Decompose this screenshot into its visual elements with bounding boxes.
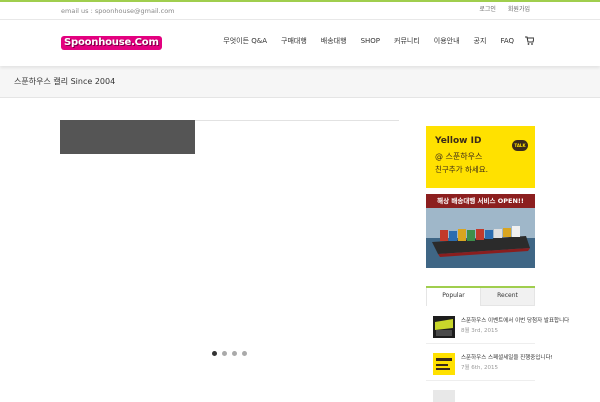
posts-tabs: Popular Recent — [426, 286, 535, 306]
nav-item-notice[interactable]: 공지 — [467, 36, 494, 46]
list-item[interactable]: 스푼하우스 스페셜세일을 진행중입니다! 7월 6th, 2015 — [426, 345, 553, 381]
post-thumbnail[interactable] — [433, 316, 455, 338]
nav-item-community[interactable]: 커뮤니티 — [387, 36, 427, 46]
post-date: 8월 3rd, 2015 — [461, 328, 498, 334]
main-nav: 무엇이든 Q&A 구매대행 배송대행 SHOP 커뮤니티 이용안내 공지 FAQ — [216, 36, 534, 46]
slider-dot-1[interactable] — [212, 351, 217, 356]
slider-dots — [212, 351, 247, 356]
nav-item-shop[interactable]: SHOP — [354, 36, 387, 46]
post-date: 7월 6th, 2015 — [461, 365, 498, 371]
cart-icon[interactable] — [525, 36, 534, 46]
list-item[interactable]: 스푼하우스 이벤트에서 이번 당첨자 발표합니다 8월 3rd, 2015 — [426, 308, 569, 344]
signup-link[interactable]: 회원가입 — [508, 4, 530, 13]
contact-email[interactable]: email us : spoonhouse@gmail.com — [61, 7, 175, 15]
sea-shipping-headline: 해상 배송대행 서비스 OPEN!! — [426, 194, 535, 208]
list-item[interactable] — [426, 382, 535, 402]
yellow-id-handle: @ 스푼하우스 — [435, 152, 483, 161]
nav-item-qna[interactable]: 무엇이든 Q&A — [216, 36, 274, 46]
nav-item-guide[interactable]: 이용안내 — [427, 36, 467, 46]
container-ship-image — [426, 208, 535, 268]
nav-item-shipping[interactable]: 배송대행 — [314, 36, 354, 46]
post-thumbnail[interactable] — [433, 390, 455, 402]
top-links: 로그인 회원가입 — [479, 4, 530, 13]
login-link[interactable]: 로그인 — [479, 4, 496, 13]
yellow-id-banner[interactable]: Yellow ID TALK @ 스푼하우스 친구추가 하세요. — [426, 126, 535, 188]
tab-popular[interactable]: Popular — [426, 288, 480, 306]
page-title: 스푼하우스 캘리 Since 2004 — [14, 77, 116, 86]
site-logo[interactable]: Spoonhouse.Com — [61, 36, 162, 50]
talk-icon: TALK — [512, 140, 528, 151]
post-thumbnail[interactable] — [433, 353, 455, 375]
nav-item-faq[interactable]: FAQ — [493, 36, 521, 46]
top-bar: email us : spoonhouse@gmail.com 로그인 회원가입 — [0, 0, 600, 20]
site-header: Spoonhouse.Com 무엇이든 Q&A 구매대행 배송대행 SHOP 커… — [0, 20, 600, 66]
slider-dot-2[interactable] — [222, 351, 227, 356]
tab-recent[interactable]: Recent — [480, 288, 535, 306]
yellow-id-cta: 친구추가 하세요. — [435, 165, 489, 174]
post-title[interactable]: 스푼하우스 스페셜세일을 진행중입니다! — [461, 353, 553, 361]
image-slider[interactable] — [60, 120, 399, 365]
page-title-bar: 스푼하우스 캘리 Since 2004 — [0, 66, 600, 98]
slider-dot-4[interactable] — [242, 351, 247, 356]
post-title[interactable]: 스푼하우스 이벤트에서 이번 당첨자 발표합니다 — [461, 316, 569, 324]
sea-shipping-banner[interactable]: 해상 배송대행 서비스 OPEN!! — [426, 194, 535, 268]
slider-dot-3[interactable] — [232, 351, 237, 356]
nav-item-purchase[interactable]: 구매대행 — [274, 36, 314, 46]
yellow-id-title: Yellow ID — [435, 136, 482, 146]
slider-image[interactable] — [60, 120, 195, 154]
